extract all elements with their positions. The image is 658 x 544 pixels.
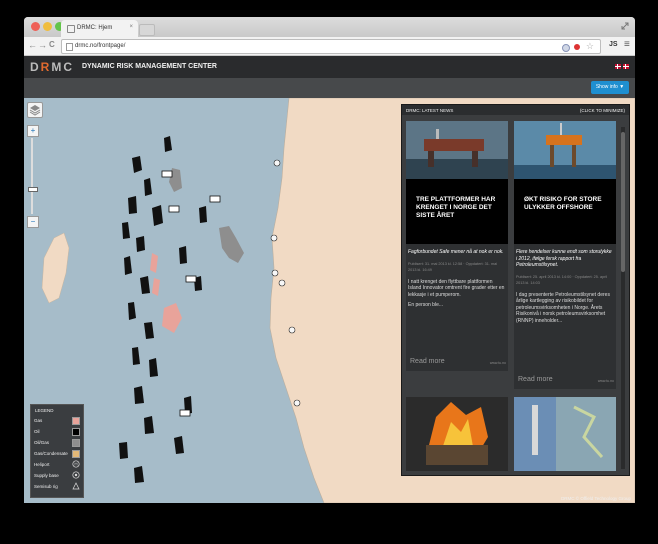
back-button[interactable]: ← (28, 40, 37, 50)
news-card-meta: Publisert: 25. april 2013 kl. 14:00 · Op… (516, 274, 608, 286)
zoom-slider-handle[interactable] (28, 187, 38, 192)
gas-swatch (72, 417, 80, 425)
browser-toolbar: ← → C drmc.no/frontpage/ ☆ JS ≡ (24, 37, 635, 56)
oil-gas-swatch (72, 439, 80, 447)
forward-button[interactable]: → (38, 40, 47, 50)
site: DRMC DYNAMIC RISK MANAGEMENT CENTER Show… (24, 56, 635, 503)
news-card-body: Fagforbundet Safe mener nå at nok er nok… (408, 249, 506, 309)
news-card[interactable]: TRE PLATTFORMER HAR KRENGET I NORGE DET … (406, 121, 508, 371)
fullscreen-icon[interactable] (621, 22, 629, 30)
news-scrollbar[interactable] (621, 127, 625, 469)
brand-title: DYNAMIC RISK MANAGEMENT CENTER (82, 63, 217, 70)
legend-title: LEGEND (35, 408, 54, 413)
site-header: DRMC DYNAMIC RISK MANAGEMENT CENTER (24, 56, 635, 78)
news-scroll-thumb[interactable] (621, 132, 625, 272)
gas-condensate-swatch (72, 450, 80, 458)
news-card-lead: Flere hendelser kunne endt som storulykk… (516, 249, 612, 268)
news-card[interactable] (406, 397, 508, 471)
news-card-source[interactable]: www.tu.no (490, 361, 506, 365)
read-more-link[interactable]: Read more (410, 358, 445, 365)
news-title: DRMC: LATEST NEWS (406, 108, 454, 113)
map-legend: LEGEND Gas Oil Oil/Gas Gas/Condensate He… (30, 404, 84, 498)
news-card-text: I dag presenterte Petroleumstilsynet der… (516, 291, 610, 324)
heliport-icon: H (72, 460, 80, 468)
news-card-body: Flere hendelser kunne endt som storulykk… (516, 249, 614, 324)
url-text: drmc.no/frontpage/ (75, 43, 126, 49)
new-tab-button[interactable] (139, 24, 155, 36)
svg-text:H: H (74, 462, 77, 467)
page-favicon-icon (67, 25, 75, 33)
tab-title: DRMC: Hjem (77, 25, 113, 31)
page-icon (66, 43, 73, 51)
news-card[interactable]: ØKT RISIKO FOR STORE ULYKKER OFFSHORE Fl… (514, 121, 616, 389)
map[interactable]: + − LEGEND Gas Oil Oil/Gas Gas/Condensat… (24, 98, 635, 503)
news-card-source[interactable]: www.tu.no (598, 379, 614, 383)
browser-tab[interactable]: DRMC: Hjem × (61, 20, 138, 37)
extension-icon[interactable] (562, 44, 570, 52)
news-title-band: TRE PLATTFORMER HAR KRENGET I NORGE DET … (406, 179, 508, 244)
zoom-in-button[interactable]: + (27, 125, 39, 137)
layers-icon (29, 105, 41, 116)
news-card-meta: Publisert: 31. mai 2013 kl. 12:58 · Oppd… (408, 261, 498, 273)
news-card-lead: Fagforbundet Safe mener nå at nok er nok… (408, 249, 504, 255)
news-image (406, 121, 508, 179)
news-image (406, 397, 508, 471)
news-card-title: TRE PLATTFORMER HAR KRENGET I NORGE DET … (416, 196, 496, 219)
news-header: DRMC: LATEST NEWS (CLICK TO MINIMIZE) (402, 105, 629, 115)
supply-base-icon (72, 471, 80, 479)
show-info-button[interactable]: Show info ▼ (591, 81, 629, 94)
news-image (514, 397, 616, 471)
news-image (514, 121, 616, 179)
legend-item: Heliport H (34, 460, 81, 470)
zoom-control: + − (26, 120, 39, 228)
news-card-text: I natt krenget den flyttbare plattformen… (408, 278, 505, 298)
browser-window: DRMC: Hjem × ← → C drmc.no/frontpage/ ☆ … (24, 17, 635, 503)
news-panel: DRMC: LATEST NEWS (CLICK TO MINIMIZE) TR… (401, 104, 630, 476)
semisub-rig-icon (72, 482, 80, 490)
browser-titlebar: DRMC: Hjem × (24, 17, 635, 37)
adblock-icon[interactable] (574, 44, 580, 50)
logo-d: D (30, 60, 41, 74)
read-more-link[interactable]: Read more (518, 376, 553, 383)
news-title-band: ØKT RISIKO FOR STORE ULYKKER OFFSHORE (514, 179, 616, 244)
legend-item: Oil (34, 427, 81, 437)
zoom-out-button[interactable]: − (27, 216, 39, 228)
legend-item: Oil/Gas (34, 438, 81, 448)
bookmark-star-icon[interactable]: ☆ (586, 41, 594, 52)
legend-item: Supply base (34, 471, 81, 481)
legend-item: Gas/Condensate (34, 449, 81, 459)
logo-r: R (40, 60, 52, 74)
map-copyright: DRMC © Offield Technology Group (561, 496, 631, 501)
zoom-slider[interactable] (31, 138, 33, 214)
oil-swatch (72, 428, 80, 436)
layers-button[interactable] (27, 102, 43, 118)
news-card-title: ØKT RISIKO FOR STORE ULYKKER OFFSHORE (524, 196, 602, 211)
logo-mc: MC (51, 60, 75, 74)
close-window-icon[interactable] (31, 22, 40, 31)
tab-close-icon[interactable]: × (129, 24, 133, 30)
menu-icon[interactable]: ≡ (624, 39, 630, 50)
address-bar[interactable]: drmc.no/frontpage/ ☆ (61, 39, 601, 54)
language-flags-icon[interactable] (615, 64, 629, 69)
minimize-window-icon[interactable] (43, 22, 52, 31)
js-extension-icon[interactable]: JS (609, 41, 618, 48)
drmc-logo[interactable]: DRMC (30, 60, 74, 74)
legend-item: Semisub rig (34, 482, 81, 492)
reload-button[interactable]: C (49, 40, 55, 49)
sub-bar: Show info ▼ (24, 78, 635, 98)
legend-item: Gas (34, 416, 81, 426)
minimize-news-button[interactable]: (CLICK TO MINIMIZE) (580, 108, 625, 113)
news-card[interactable] (514, 397, 616, 471)
news-card-text-2: En person ble... (408, 302, 444, 308)
